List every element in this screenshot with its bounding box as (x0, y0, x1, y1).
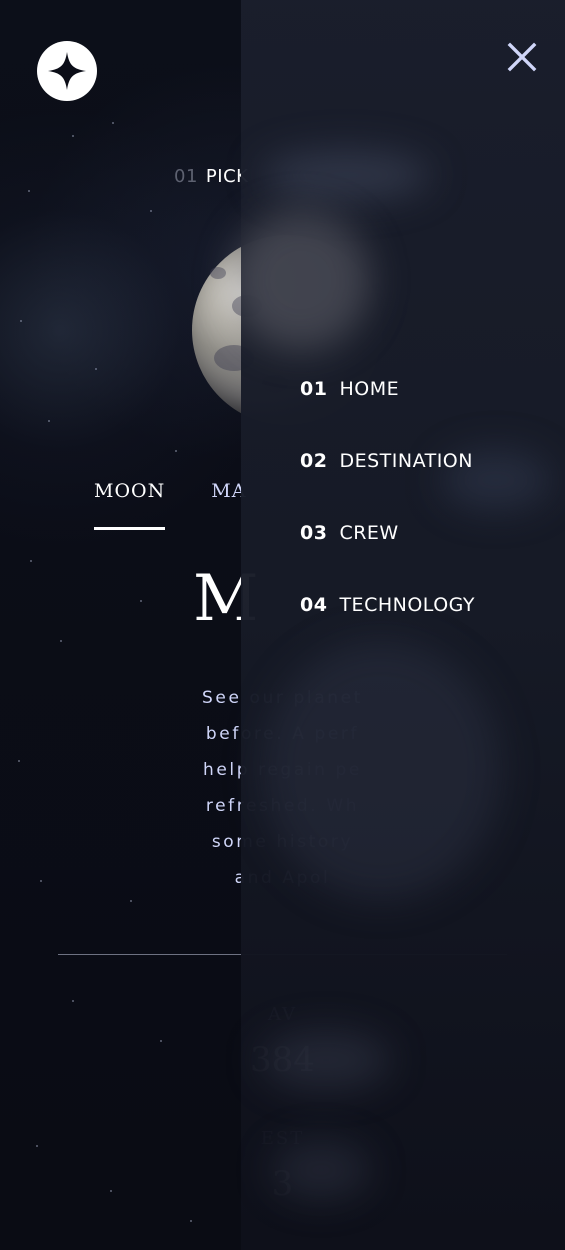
nav-item-number: 04 (300, 594, 328, 616)
nav-item-home[interactable]: 01 HOME (300, 378, 475, 450)
page-heading-number: 01 (174, 166, 198, 187)
nav-item-crew[interactable]: 03 CREW (300, 522, 475, 594)
nav-item-technology[interactable]: 04 TECHNOLOGY (300, 594, 475, 666)
nav-item-label: DESTINATION (339, 450, 473, 472)
close-icon (507, 42, 537, 72)
destination-tabs: MOON MA (94, 480, 246, 530)
nav-item-label: HOME (339, 378, 400, 400)
tab-moon[interactable]: MOON (94, 480, 166, 530)
nav-item-number: 03 (300, 522, 328, 544)
nav-menu: 01 HOME 02 DESTINATION 03 CREW 04 TECHNO… (300, 378, 475, 666)
logo[interactable] (37, 41, 97, 101)
four-point-star-icon (48, 52, 86, 90)
nav-item-number: 02 (300, 450, 328, 472)
page-heading: 01 PICK (174, 166, 248, 187)
nav-item-destination[interactable]: 02 DESTINATION (300, 450, 475, 522)
nav-item-label: CREW (339, 522, 399, 544)
nav-item-number: 01 (300, 378, 328, 400)
nav-item-label: TECHNOLOGY (339, 594, 476, 616)
close-menu-button[interactable] (506, 41, 538, 73)
